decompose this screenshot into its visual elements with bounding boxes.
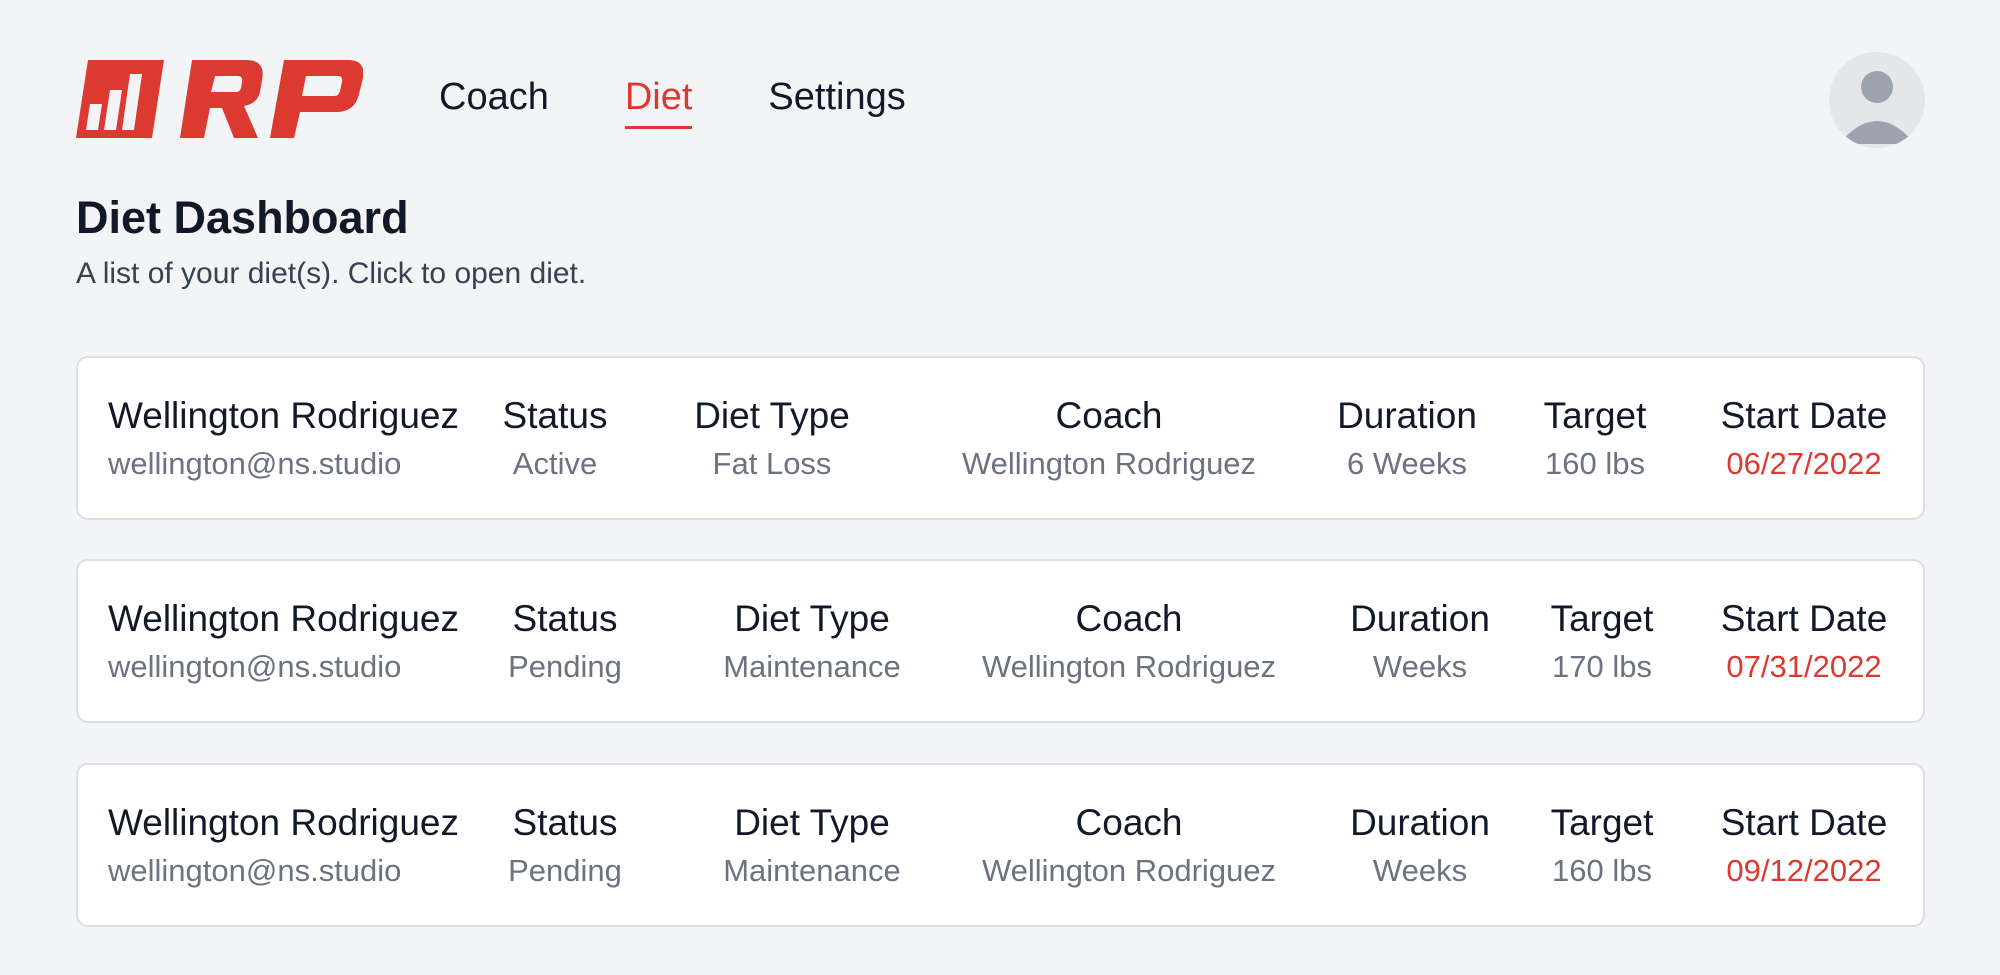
status-value: Pending (508, 649, 622, 684)
duration-column: Duration Weeks (1343, 801, 1497, 891)
coach-label: Coach (1055, 395, 1163, 436)
coach-label: Coach (1075, 598, 1183, 639)
start-date-value: 09/12/2022 (1726, 853, 1882, 888)
diet-type-label: Diet Type (734, 802, 890, 843)
diet-type-value: Maintenance (723, 853, 901, 888)
coach-value: Wellington Rodriguez (981, 853, 1277, 888)
coach-value: Wellington Rodriguez (961, 446, 1257, 481)
start-date-label: Start Date (1720, 802, 1888, 843)
target-label: Target (1550, 802, 1654, 843)
nav-diet[interactable]: Diet (624, 76, 692, 129)
target-value: 160 lbs (1552, 853, 1652, 888)
duration-column: Duration 6 Weeks (1330, 394, 1484, 484)
client-name: Wellington Rodriguez (108, 395, 460, 436)
nav-settings[interactable]: Settings (768, 76, 905, 125)
coach-column: Coach Wellington Rodriguez (964, 801, 1294, 891)
diet-card[interactable]: Wellington Rodriguez wellington@ns.studi… (76, 763, 1925, 927)
start-date-column: Start Date 07/31/2022 (1714, 597, 1894, 687)
status-label: Status (512, 598, 618, 639)
start-date-value: 06/27/2022 (1726, 446, 1882, 481)
diet-type-label: Diet Type (734, 598, 890, 639)
client-column: Wellington Rodriguez wellington@ns.studi… (108, 597, 459, 687)
client-email: wellington@ns.studio (108, 446, 402, 481)
duration-value: Weeks (1372, 649, 1468, 684)
status-column: Status Pending (500, 597, 630, 687)
diet-type-value: Fat Loss (712, 446, 832, 481)
coach-column: Coach Wellington Rodriguez (964, 597, 1294, 687)
client-name: Wellington Rodriguez (108, 802, 460, 843)
diet-type-column: Diet Type Maintenance (712, 801, 912, 891)
top-header: Coach Diet Settings (76, 52, 1925, 148)
client-name: Wellington Rodriguez (108, 598, 460, 639)
target-column: Target 170 lbs (1545, 597, 1659, 687)
coach-value: Wellington Rodriguez (981, 649, 1277, 684)
status-column: Status Pending (500, 801, 630, 891)
diet-type-value: Maintenance (723, 649, 901, 684)
diet-card[interactable]: Wellington Rodriguez wellington@ns.studi… (76, 356, 1925, 520)
start-date-value: 07/31/2022 (1726, 649, 1882, 684)
client-email: wellington@ns.studio (108, 853, 402, 888)
target-label: Target (1550, 598, 1654, 639)
user-avatar[interactable] (1829, 52, 1925, 148)
duration-label: Duration (1350, 802, 1490, 843)
diet-card[interactable]: Wellington Rodriguez wellington@ns.studi… (76, 559, 1925, 723)
client-column: Wellington Rodriguez wellington@ns.studi… (108, 394, 459, 484)
diet-type-label: Diet Type (694, 395, 850, 436)
user-avatar-icon (1839, 71, 1915, 144)
duration-value: Weeks (1372, 853, 1468, 888)
start-date-column: Start Date 09/12/2022 (1714, 801, 1894, 891)
target-value: 170 lbs (1552, 649, 1652, 684)
status-value: Pending (508, 853, 622, 888)
status-label: Status (512, 802, 618, 843)
page-title: Diet Dashboard (76, 192, 409, 243)
nav-coach[interactable]: Coach (439, 76, 549, 125)
target-value: 160 lbs (1545, 446, 1645, 481)
target-column: Target 160 lbs (1538, 394, 1652, 484)
duration-value: 6 Weeks (1346, 446, 1468, 481)
status-value: Active (512, 446, 598, 481)
coach-column: Coach Wellington Rodriguez (944, 394, 1274, 484)
duration-label: Duration (1337, 395, 1477, 436)
client-column: Wellington Rodriguez wellington@ns.studi… (108, 801, 459, 891)
page-subtitle: A list of your diet(s). Click to open di… (76, 257, 587, 290)
start-date-label: Start Date (1720, 598, 1888, 639)
client-email: wellington@ns.studio (108, 649, 402, 684)
start-date-label: Start Date (1720, 395, 1888, 436)
duration-column: Duration Weeks (1343, 597, 1497, 687)
target-column: Target 160 lbs (1545, 801, 1659, 891)
status-label: Status (502, 395, 608, 436)
coach-label: Coach (1075, 802, 1183, 843)
rp-logo[interactable] (76, 60, 363, 138)
diet-type-column: Diet Type Fat Loss (692, 394, 852, 484)
target-label: Target (1543, 395, 1647, 436)
duration-label: Duration (1350, 598, 1490, 639)
diet-type-column: Diet Type Maintenance (712, 597, 912, 687)
start-date-column: Start Date 06/27/2022 (1714, 394, 1894, 484)
status-column: Status Active (500, 394, 610, 484)
main-nav: Coach Diet Settings (439, 76, 906, 129)
